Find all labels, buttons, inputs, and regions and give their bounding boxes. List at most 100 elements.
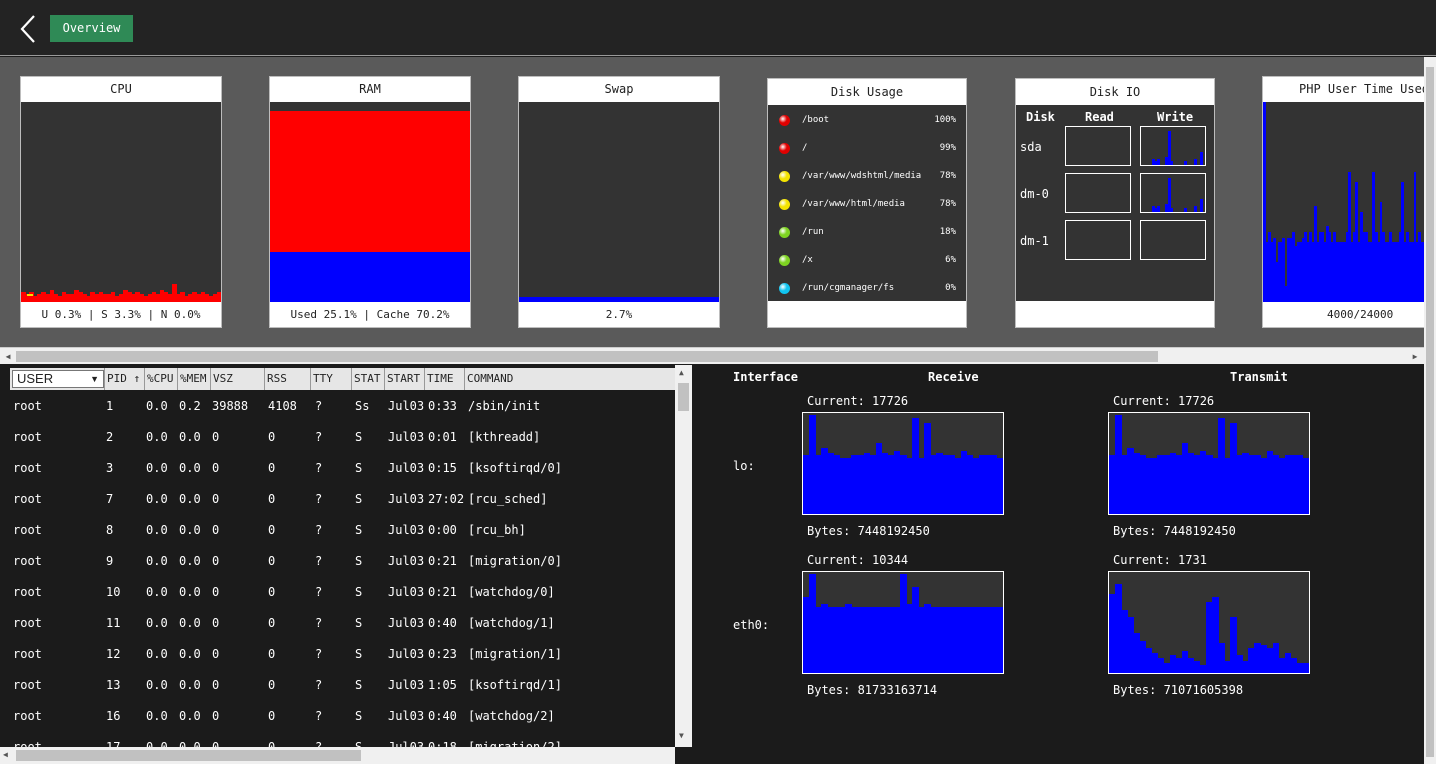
- table-cell: 0.0: [179, 492, 201, 506]
- table-cell: root: [13, 461, 42, 475]
- status-dot-icon: [779, 227, 790, 238]
- table-cell: 0:00: [428, 523, 457, 537]
- column-header[interactable]: TTY: [310, 368, 333, 390]
- table-cell: 0.0: [179, 430, 201, 444]
- table-row[interactable]: root 7 0.0 0.0 0 0? S Jul03 27:02 [rcu_sched]: [0, 489, 675, 520]
- table-cell: 1: [106, 399, 114, 413]
- disk-io-col-disk: Disk: [1026, 110, 1055, 124]
- table-cell: 0.0: [146, 585, 168, 599]
- net-bytes: Bytes: 7448192450: [1113, 524, 1236, 538]
- table-row[interactable]: root 10 0.0 0.0 0 0? S Jul03 0:21 [watchdog/0]: [0, 582, 675, 613]
- table-cell: 4108: [268, 399, 297, 413]
- net-bytes: Bytes: 81733163714: [807, 683, 938, 697]
- scrollbar-thumb[interactable]: [16, 750, 361, 761]
- disk-io-read-graph: [1065, 173, 1131, 213]
- table-cell: ?: [315, 399, 323, 413]
- disk-io-title: Disk IO: [1089, 85, 1141, 99]
- table-cell: 0:40: [428, 616, 457, 630]
- scrollbar-thumb[interactable]: [16, 351, 1158, 362]
- chevron-left-icon: [20, 15, 35, 43]
- table-cell: ?: [315, 647, 323, 661]
- disk-mount: /var/www/html/media: [802, 199, 905, 209]
- scroll-up-icon[interactable]: ▲: [679, 368, 684, 377]
- table-cell: [watchdog/0]: [468, 585, 555, 599]
- scrollbar-thumb[interactable]: [1426, 67, 1434, 757]
- table-cell: 0: [212, 430, 220, 444]
- table-cell: 0:21: [428, 585, 457, 599]
- disk-percent: 78%: [939, 199, 956, 209]
- table-row[interactable]: root 9 0.0 0.0 0 0? S Jul03 0:21 [migration/0]: [0, 551, 675, 582]
- table-row[interactable]: root 11 0.0 0.0 0 0? S Jul03 0:40 [watchdog/1]: [0, 613, 675, 644]
- table-cell: [rcu_bh]: [468, 523, 526, 537]
- ram-footer: Used 25.1% | Cache 70.2%: [290, 308, 450, 321]
- table-row[interactable]: root 2 0.0 0.0 0 0? S Jul03 0:01 [kthreadd]: [0, 427, 675, 458]
- column-header[interactable]: RSS: [264, 368, 287, 390]
- net-col-receive: Receive: [928, 370, 979, 384]
- table-cell: Jul03: [388, 492, 425, 506]
- table-cell: 0: [268, 461, 276, 475]
- status-dot-icon: [779, 143, 790, 154]
- table-cell: 0.0: [146, 554, 168, 568]
- page-vertical-scrollbar[interactable]: [1424, 57, 1436, 764]
- table-cell: root: [13, 678, 42, 692]
- disk-io-read-graph: [1065, 126, 1131, 166]
- column-header[interactable]: VSZ: [210, 368, 233, 390]
- table-cell: 0.0: [146, 430, 168, 444]
- table-cell: 0: [212, 585, 220, 599]
- widgets-horizontal-scrollbar[interactable]: ◀ ▶: [0, 347, 1424, 364]
- scroll-right-icon[interactable]: ▶: [1410, 351, 1420, 362]
- table-cell: 0.0: [146, 709, 168, 723]
- disk-io-write-bar: [1167, 178, 1171, 212]
- column-header[interactable]: %MEM: [177, 368, 207, 390]
- table-row[interactable]: root 13 0.0 0.0 0 0? S Jul03 1:05 [ksoftirqd/1]: [0, 675, 675, 706]
- disk-io-write-bar: [1183, 161, 1187, 165]
- column-header[interactable]: %CPU: [144, 368, 174, 390]
- scroll-down-icon[interactable]: ▼: [679, 731, 684, 740]
- column-header[interactable]: PID ↑: [104, 368, 140, 390]
- table-cell: 13: [106, 678, 121, 692]
- ram-used-bar: [270, 251, 470, 302]
- disk-percent: 78%: [939, 171, 956, 181]
- disk-io-name: dm-1: [1020, 234, 1049, 248]
- table-cell: root: [13, 399, 42, 413]
- table-cell: [watchdog/2]: [468, 709, 555, 723]
- cpu-graph: [21, 102, 221, 302]
- table-cell: Jul03: [388, 647, 425, 661]
- table-cell: 0: [268, 554, 276, 568]
- table-cell: 7: [106, 492, 114, 506]
- table-cell: ?: [315, 461, 323, 475]
- table-cell: Jul03: [388, 461, 425, 475]
- table-row[interactable]: root 16 0.0 0.0 0 0? S Jul03 0:40 [watchdog/2]: [0, 706, 675, 737]
- back-button[interactable]: [16, 12, 44, 46]
- status-dot-icon: [779, 283, 790, 294]
- table-row[interactable]: root 3 0.0 0.0 0 0? S Jul03 0:15 [ksoftirqd/0]: [0, 458, 675, 489]
- table-cell: 0: [212, 647, 220, 661]
- table-cell: root: [13, 709, 42, 723]
- column-header[interactable]: TIME: [424, 368, 454, 390]
- disk-usage-title: Disk Usage: [830, 85, 904, 99]
- table-cell: 0: [212, 554, 220, 568]
- interface-name: eth0:: [733, 618, 770, 632]
- scrollbar-thumb[interactable]: [678, 383, 689, 411]
- column-header[interactable]: STAT: [351, 368, 381, 390]
- user-filter-select[interactable]: USER ▼: [12, 370, 104, 388]
- status-dot-icon: [779, 255, 790, 266]
- column-header[interactable]: COMMAND: [464, 368, 513, 390]
- table-cell: Jul03: [388, 430, 425, 444]
- table-cell: 0:21: [428, 554, 457, 568]
- column-header[interactable]: START: [384, 368, 420, 390]
- table-row[interactable]: root 12 0.0 0.0 0 0? S Jul03 0:23 [migration/1]: [0, 644, 675, 675]
- overview-button[interactable]: Overview: [50, 15, 133, 42]
- process-horizontal-scrollbar[interactable]: ◀: [0, 747, 675, 764]
- table-row[interactable]: root 8 0.0 0.0 0 0? S Jul03 0:00 [rcu_bh]: [0, 520, 675, 551]
- scroll-left-icon[interactable]: ◀: [3, 750, 8, 759]
- process-vertical-scrollbar[interactable]: ▲ ▼: [675, 365, 692, 747]
- table-cell: S: [355, 678, 363, 692]
- table-row[interactable]: root 1 0.0 0.2 39888 4108? Ss Jul03 0:33/sbin/in…: [0, 396, 675, 427]
- table-cell: 39888: [212, 399, 249, 413]
- scroll-left-icon[interactable]: ◀: [3, 351, 13, 362]
- table-cell: Jul03: [388, 616, 425, 630]
- status-dot-icon: [779, 115, 790, 126]
- disk-usage-row: /var/www/html/media 78%: [768, 192, 966, 216]
- disk-io-write-bar: [1194, 159, 1198, 165]
